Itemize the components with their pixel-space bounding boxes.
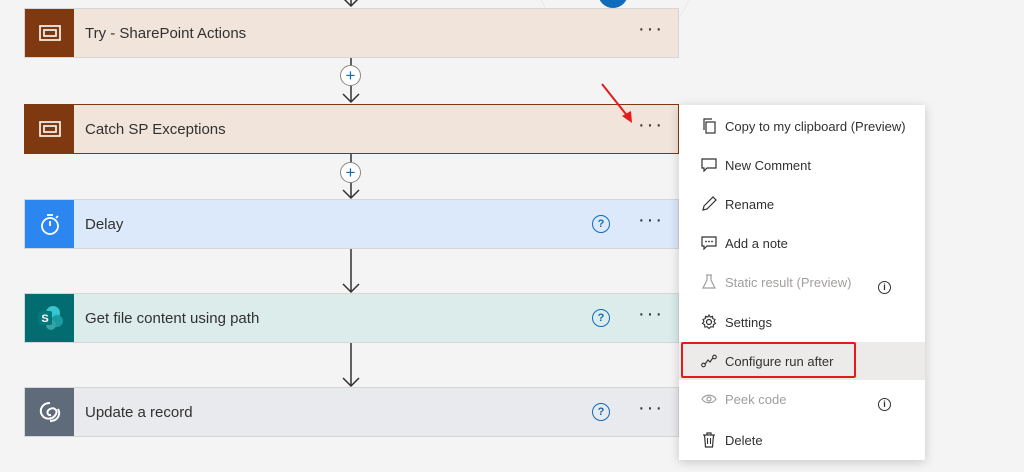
info-icon[interactable]: i bbox=[878, 280, 891, 294]
menu-item-label: Rename bbox=[725, 196, 775, 212]
menu-item-label: Peek code bbox=[725, 391, 787, 407]
more-options-button[interactable]: ··· bbox=[638, 304, 664, 327]
flow-canvas: Try - SharePoint Actions ··· + Catch SP … bbox=[0, 0, 1024, 472]
menu-item-new-comment[interactable]: New Comment bbox=[679, 146, 925, 184]
menu-item-label: Copy to my clipboard (Preview) bbox=[725, 118, 906, 134]
comment-icon bbox=[700, 156, 718, 174]
sharepoint-icon: S bbox=[25, 294, 74, 342]
note-icon bbox=[700, 234, 718, 252]
step-title: Update a record bbox=[85, 403, 193, 421]
menu-item-peek-code[interactable]: Peek code i bbox=[679, 380, 925, 418]
step-title: Get file content using path bbox=[85, 309, 260, 327]
step-get-file-content[interactable]: S Get file content using path ? ··· bbox=[24, 293, 679, 343]
step-delay[interactable]: Delay ? ··· bbox=[24, 199, 679, 249]
trash-icon bbox=[700, 431, 718, 449]
help-icon[interactable]: ? bbox=[592, 403, 611, 421]
menu-item-label: Static result (Preview) bbox=[725, 274, 852, 290]
pencil-icon bbox=[700, 195, 718, 213]
annotation-highlight-box bbox=[681, 342, 856, 378]
scope-icon bbox=[25, 105, 74, 153]
eye-icon bbox=[700, 390, 718, 408]
menu-item-delete[interactable]: Delete bbox=[679, 421, 925, 459]
info-icon[interactable]: i bbox=[878, 397, 891, 411]
connector-arrow bbox=[342, 249, 360, 294]
scope-icon bbox=[25, 9, 74, 57]
help-icon[interactable]: ? bbox=[592, 309, 611, 327]
help-icon[interactable]: ? bbox=[592, 215, 611, 233]
annotation-arrow bbox=[601, 83, 632, 123]
more-options-button[interactable]: ··· bbox=[638, 115, 664, 138]
menu-item-label: Delete bbox=[725, 432, 763, 448]
step-update-a-record[interactable]: Update a record ? ··· bbox=[24, 387, 679, 437]
svg-text:S: S bbox=[41, 313, 48, 325]
menu-item-label: Add a note bbox=[725, 235, 788, 251]
step-title: Catch SP Exceptions bbox=[85, 120, 226, 138]
step-try-sharepoint-actions[interactable]: Try - SharePoint Actions ··· bbox=[24, 8, 679, 58]
timer-icon bbox=[25, 200, 74, 248]
menu-item-label: New Comment bbox=[725, 157, 811, 173]
menu-item-settings[interactable]: Settings bbox=[679, 303, 925, 341]
more-options-button[interactable]: ··· bbox=[638, 398, 664, 421]
copy-icon bbox=[700, 117, 718, 135]
menu-item-copy-to-clipboard[interactable]: Copy to my clipboard (Preview) bbox=[679, 107, 925, 145]
dataverse-icon bbox=[25, 388, 74, 436]
step-title: Try - SharePoint Actions bbox=[85, 24, 247, 42]
more-options-button[interactable]: ··· bbox=[638, 210, 664, 233]
context-menu: Copy to my clipboard (Preview) New Comme… bbox=[679, 105, 925, 460]
step-title: Delay bbox=[85, 215, 124, 233]
add-step-button[interactable]: + bbox=[340, 65, 361, 86]
menu-item-rename[interactable]: Rename bbox=[679, 185, 925, 223]
flask-icon bbox=[700, 273, 718, 291]
menu-item-static-result[interactable]: Static result (Preview) i bbox=[679, 263, 925, 301]
gear-icon bbox=[700, 313, 718, 331]
connector-arrow bbox=[342, 343, 360, 388]
step-catch-sp-exceptions[interactable]: Catch SP Exceptions ··· bbox=[24, 104, 679, 154]
add-step-button[interactable]: + bbox=[340, 162, 361, 183]
menu-item-add-a-note[interactable]: Add a note bbox=[679, 224, 925, 262]
menu-item-label: Settings bbox=[725, 314, 772, 330]
more-options-button[interactable]: ··· bbox=[638, 19, 664, 42]
